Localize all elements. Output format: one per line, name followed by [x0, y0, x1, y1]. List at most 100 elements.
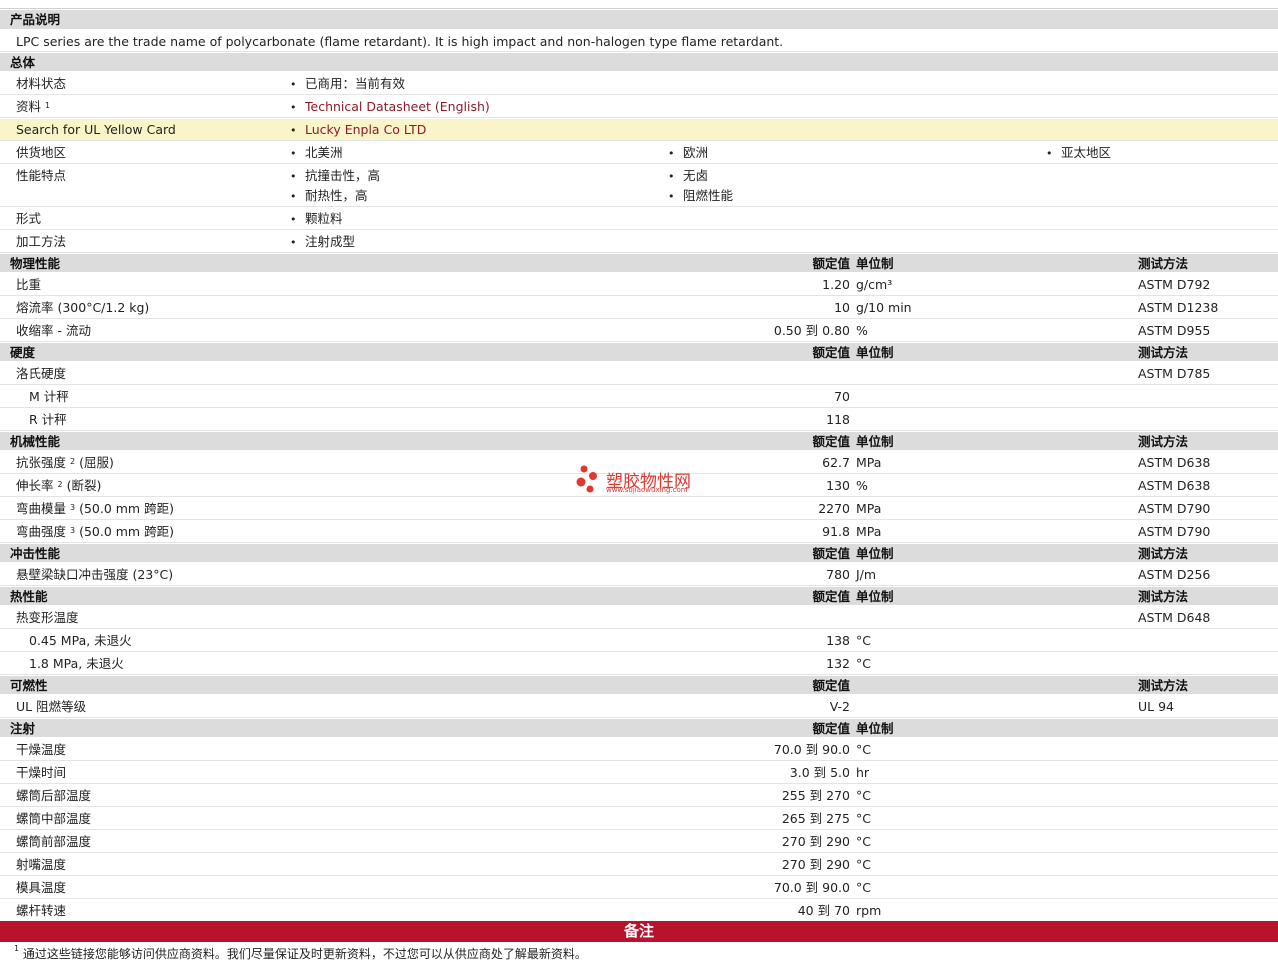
- property-row: 洛氏硬度 ASTM D785: [0, 363, 1278, 385]
- footnote-ref: 2: [57, 480, 63, 489]
- property-unit: g/10 min: [856, 300, 912, 315]
- property-label: 收缩率 - 流动: [16, 323, 91, 338]
- property-unit: MPa: [856, 524, 882, 539]
- property-unit: rpm: [856, 903, 882, 918]
- description-text: LPC series are the trade name of polycar…: [16, 34, 784, 49]
- footnote-ref: 3: [70, 526, 76, 535]
- property-value: 138: [826, 633, 850, 648]
- unit-header: 单位制: [856, 589, 894, 604]
- unit-header: 单位制: [856, 256, 894, 271]
- property-row: 螺筒后部温度 255 到 270 °C: [0, 785, 1278, 807]
- technical-datasheet-link[interactable]: Technical Datasheet (English): [305, 99, 490, 114]
- literature-bullet: Technical Datasheet (English): [290, 96, 490, 119]
- watermark-logo-icon: [576, 465, 597, 493]
- section-heading: 机械性能: [10, 434, 61, 449]
- section-heading: 产品说明: [10, 12, 61, 27]
- feature-item: 抗撞击性，高: [290, 166, 380, 187]
- ul-supplier-link[interactable]: Lucky Enpla Co LTD: [305, 122, 426, 137]
- literature-row: 资料 1 Technical Datasheet (English): [0, 96, 1278, 118]
- property-row: 0.45 MPa, 未退火 138 °C: [0, 630, 1278, 652]
- watermark: 塑胶物性网 www.sujiaowuxing.com: [576, 464, 691, 499]
- property-unit: J/m: [856, 567, 877, 582]
- property-label: 1.8 MPa, 未退火: [29, 656, 124, 671]
- property-row: 悬壁梁缺口冲击强度 (23°C) 780 J/m ASTM D256: [0, 564, 1278, 586]
- property-test: ASTM D638: [1138, 478, 1211, 493]
- property-row: 收缩率 - 流动 0.50 到 0.80 % ASTM D955: [0, 320, 1278, 342]
- property-label: 干燥时间: [16, 765, 67, 780]
- section-impact: 冲击性能 额定值 单位制 测试方法: [0, 544, 1278, 563]
- property-row: 干燥时间 3.0 到 5.0 hr: [0, 762, 1278, 784]
- section-heading: 总体: [10, 55, 36, 70]
- property-label: 悬壁梁缺口冲击强度 (23°C): [16, 567, 174, 582]
- property-value: 265 到 275: [781, 811, 850, 826]
- description-row: LPC series are the trade name of polycar…: [0, 31, 1278, 52]
- property-test: ASTM D256: [1138, 567, 1211, 582]
- property-label: 射嘴温度: [16, 857, 67, 872]
- nominal-header: 额定值: [812, 434, 850, 449]
- features-row: 性能特点 抗撞击性，高 无卤 耐热性，高 阻燃性能: [0, 165, 1278, 207]
- section-general: 总体: [0, 53, 1278, 72]
- property-unit: %: [856, 323, 868, 338]
- property-label: 螺筒中部温度: [16, 811, 92, 826]
- property-label: 熔流率 (300°C/1.2 kg): [16, 300, 150, 315]
- property-row: 熔流率 (300°C/1.2 kg) 10 g/10 min ASTM D123…: [0, 297, 1278, 319]
- unit-header: 单位制: [856, 546, 894, 561]
- processing-value: 注射成型: [290, 231, 355, 254]
- ul-yellow-card-row: Search for UL Yellow Card Lucky Enpla Co…: [0, 119, 1278, 141]
- property-value: 70: [834, 389, 850, 404]
- property-value: 270 到 290: [781, 834, 850, 849]
- property-label: 洛氏硬度: [16, 366, 67, 381]
- ul-bullet: Lucky Enpla Co LTD: [290, 119, 426, 142]
- form-label: 形式: [16, 211, 42, 226]
- property-test: ASTM D790: [1138, 524, 1211, 539]
- nominal-header: 额定值: [812, 721, 850, 736]
- nominal-header: 额定值: [812, 678, 850, 693]
- property-test: ASTM D955: [1138, 323, 1211, 338]
- property-value: 132: [826, 656, 850, 671]
- unit-header: 单位制: [856, 721, 894, 736]
- property-row: 射嘴温度 270 到 290 °C: [0, 854, 1278, 876]
- property-label: 伸长率 2 (断裂): [16, 478, 102, 493]
- property-unit: MPa: [856, 501, 882, 516]
- property-test: ASTM D648: [1138, 610, 1211, 625]
- supply-region-label: 供货地区: [16, 145, 67, 160]
- test-header: 测试方法: [1138, 345, 1189, 360]
- section-heading: 热性能: [10, 589, 48, 604]
- test-header: 测试方法: [1138, 434, 1189, 449]
- property-value: 0.50 到 0.80: [773, 323, 850, 338]
- property-label: 弯曲强度 3 (50.0 mm 跨距): [16, 524, 174, 539]
- property-unit: °C: [856, 788, 871, 803]
- test-header: 测试方法: [1138, 589, 1189, 604]
- property-label: 模具温度: [16, 880, 67, 895]
- form-value: 颗粒料: [290, 208, 343, 231]
- section-heading: 冲击性能: [10, 546, 61, 561]
- feature-item: 阻燃性能: [668, 186, 733, 207]
- property-unit: g/cm³: [856, 277, 893, 292]
- processing-label: 加工方法: [16, 234, 67, 249]
- property-unit: °C: [856, 742, 871, 757]
- property-value: V-2: [829, 699, 850, 714]
- property-label: 0.45 MPa, 未退火: [29, 633, 132, 648]
- property-unit: °C: [856, 656, 871, 671]
- section-physical: 物理性能 额定值 单位制 测试方法: [0, 254, 1278, 273]
- unit-header: 单位制: [856, 345, 894, 360]
- property-label: 干燥温度: [16, 742, 67, 757]
- property-label: 抗张强度 2 (屈服): [16, 455, 114, 470]
- feature-item: 无卤: [668, 166, 708, 187]
- property-row: 比重 1.20 g/cm³ ASTM D792: [0, 274, 1278, 296]
- supply-region-item: 欧洲: [668, 142, 708, 165]
- supply-region-item: 北美洲: [290, 142, 343, 165]
- property-row: 螺筒前部温度 270 到 290 °C: [0, 831, 1278, 853]
- material-status-row: 材料状态 已商用：当前有效: [0, 73, 1278, 95]
- property-unit: °C: [856, 811, 871, 826]
- property-test: ASTM D792: [1138, 277, 1211, 292]
- section-heading: 可燃性: [10, 678, 48, 693]
- property-value: 780: [826, 567, 850, 582]
- supply-region-row: 供货地区 北美洲 欧洲 亚太地区: [0, 142, 1278, 164]
- property-label: 热变形温度: [16, 610, 79, 625]
- nominal-header: 额定值: [812, 589, 850, 604]
- features-label: 性能特点: [16, 168, 67, 183]
- property-unit: °C: [856, 633, 871, 648]
- property-row: 螺杆转速 40 到 70 rpm: [0, 900, 1278, 921]
- property-test: ASTM D638: [1138, 455, 1211, 470]
